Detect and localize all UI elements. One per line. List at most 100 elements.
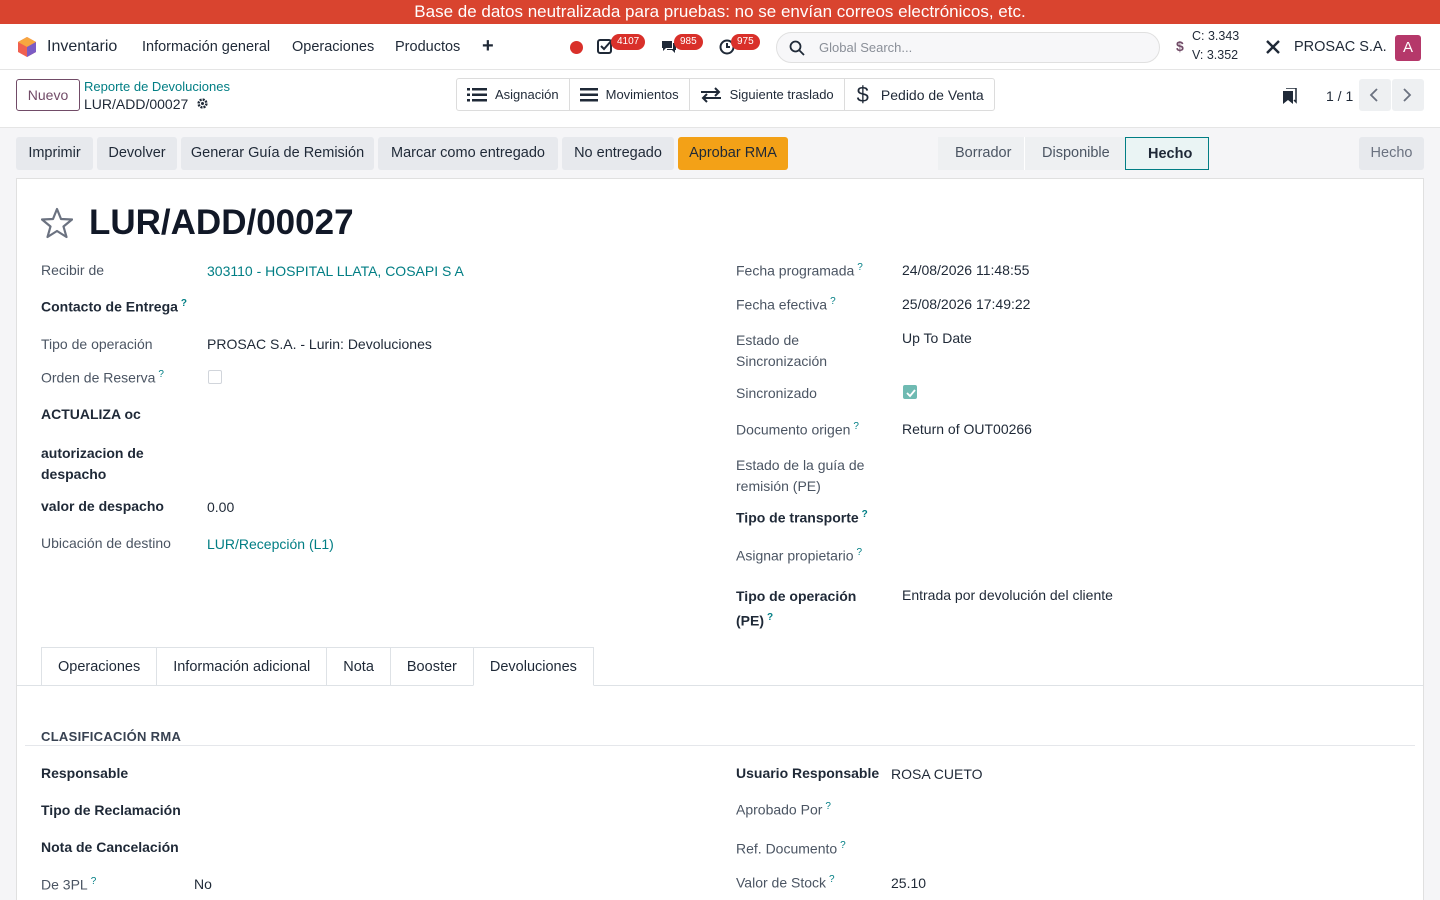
pager-previous-button[interactable] xyxy=(1359,79,1391,111)
field-value-documento-origen[interactable]: Return of OUT00266 xyxy=(902,421,1032,437)
tab-operaciones[interactable]: Operaciones xyxy=(41,647,157,686)
field-value-valor-despacho[interactable]: 0.00 xyxy=(207,499,234,515)
form-sheet: LUR/ADD/00027 Recibir de 303110 - HOSPIT… xyxy=(16,178,1424,900)
smart-button-siguiente-traslado-label: Siguiente traslado xyxy=(729,87,834,102)
breadcrumb-parent-link[interactable]: Reporte de Devoluciones xyxy=(84,79,230,94)
menu-informacion-general[interactable]: Información general xyxy=(142,39,270,55)
rma-label-ref-documento: Ref. Documento? xyxy=(736,840,846,857)
quick-create-plus-icon[interactable]: + xyxy=(482,35,494,58)
field-label-autorizacion-despacho: autorizacion de despacho xyxy=(41,445,144,482)
smart-button-asignacion[interactable]: Asignación xyxy=(457,79,570,110)
rma-label-de-3pl: De 3PL? xyxy=(41,876,97,893)
print-button[interactable]: Imprimir xyxy=(16,137,93,170)
list-icon xyxy=(467,87,487,101)
status-bar: Borrador Disponible Hecho xyxy=(938,137,1209,170)
notebook-tabs: Operaciones Información adicional Nota B… xyxy=(41,647,594,686)
control-panel: Nuevo Reporte de Devoluciones LUR/ADD/00… xyxy=(0,70,1440,128)
menu-productos[interactable]: Productos xyxy=(395,39,460,55)
top-navbar: Inventario Información general Operacion… xyxy=(0,24,1440,70)
field-label-orden-reserva: Orden de Reserva? xyxy=(41,369,164,386)
tab-booster[interactable]: Booster xyxy=(389,647,473,686)
exchange-arrows-icon xyxy=(700,86,721,103)
checkmark-icon xyxy=(906,389,916,398)
approve-rma-button[interactable]: Aprobar RMA xyxy=(678,137,788,170)
field-label-recibir-de: Recibir de xyxy=(41,262,105,278)
smart-button-pedido-venta-label: Pedido de Venta xyxy=(880,86,984,103)
new-record-button[interactable]: Nuevo xyxy=(16,79,80,111)
generate-remision-guide-button[interactable]: Generar Guía de Remisión xyxy=(181,137,374,170)
mark-delivered-button[interactable]: Marcar como entregado xyxy=(378,137,558,170)
currency-dollar-icon: $ xyxy=(1176,38,1184,54)
chevron-right-icon xyxy=(1403,88,1412,102)
tab-nota[interactable]: Nota xyxy=(326,647,390,686)
favorite-star-icon[interactable] xyxy=(41,207,73,239)
rma-value-usuario-responsable[interactable]: ROSA CUETO xyxy=(891,766,983,782)
field-label-tipo-transporte: Tipo de transporte? xyxy=(736,509,868,526)
smart-button-movimientos[interactable]: Movimientos xyxy=(570,79,690,110)
rma-value-de-3pl[interactable]: No xyxy=(194,876,212,892)
pager-value[interactable]: 1 / 1 xyxy=(1326,88,1353,104)
company-switcher[interactable]: PROSAC S.A. xyxy=(1294,39,1387,55)
field-label-ubicacion-destino: Ubicación de destino xyxy=(41,535,171,551)
bookmark-icon[interactable] xyxy=(1283,88,1297,104)
inventory-app-icon[interactable] xyxy=(16,36,38,58)
field-value-fecha-programada[interactable]: 24/08/2026 11:48:55 xyxy=(902,262,1029,278)
field-label-sincronizado: Sincronizado xyxy=(736,385,817,401)
status-disponible[interactable]: Disponible xyxy=(1024,137,1125,170)
bars-icon xyxy=(579,87,598,101)
debug-tools-icon[interactable] xyxy=(1264,38,1282,56)
rma-value-valor-stock[interactable]: 25.10 xyxy=(891,875,926,891)
section-title-clasificacion-rma: CLASIFICACIÓN RMA xyxy=(41,729,182,744)
rma-label-usuario-responsable: Usuario Responsable xyxy=(736,765,880,781)
record-actions-gear-icon[interactable] xyxy=(196,97,209,110)
messages-badge: 985 xyxy=(674,34,703,50)
rma-label-valor-stock: Valor de Stock? xyxy=(736,874,835,891)
status-hecho-active[interactable]: Hecho xyxy=(1125,137,1209,170)
chevron-left-icon xyxy=(1369,88,1378,102)
rma-label-aprobado-por: Aprobado Por? xyxy=(736,801,831,818)
app-name[interactable]: Inventario xyxy=(47,38,117,56)
form-action-bar: Imprimir Devolver Generar Guía de Remisi… xyxy=(0,128,1440,178)
field-label-fecha-efectiva: Fecha efectiva? xyxy=(736,296,836,313)
exchange-rate-compra: C: 3.343 xyxy=(1192,29,1240,43)
tab-informacion-adicional[interactable]: Información adicional xyxy=(156,647,327,686)
field-label-contacto-entrega: Contacto de Entrega? xyxy=(41,298,188,315)
user-avatar[interactable]: A xyxy=(1395,35,1421,61)
menu-operaciones[interactable]: Operaciones xyxy=(292,39,374,55)
field-label-documento-origen: Documento origen? xyxy=(736,421,859,438)
field-value-recibir-de[interactable]: 303110 - HOSPITAL LLATA, COSAPI S A xyxy=(207,263,464,279)
section-divider xyxy=(25,745,1415,746)
smart-button-siguiente-traslado[interactable]: Siguiente traslado xyxy=(690,79,845,110)
orden-reserva-checkbox[interactable] xyxy=(208,370,222,384)
smart-button-asignacion-label: Asignación xyxy=(495,87,559,102)
tab-devoluciones-active[interactable]: Devoluciones xyxy=(472,647,594,686)
not-delivered-button[interactable]: No entregado xyxy=(562,137,674,170)
smart-button-pedido-venta[interactable]: $ Pedido de Venta xyxy=(845,79,994,110)
field-value-tipo-operacion-pe[interactable]: Entrada por devolución del cliente xyxy=(902,587,1113,603)
state-tag: Hecho xyxy=(1359,137,1424,170)
rma-label-responsable: Responsable xyxy=(41,765,129,781)
field-value-ubicacion-destino[interactable]: LUR/Recepción (L1) xyxy=(207,536,334,552)
field-label-valor-despacho: valor de despacho xyxy=(41,498,164,514)
dollar-icon: $ xyxy=(856,81,869,107)
pager-next-button[interactable] xyxy=(1392,79,1424,111)
rma-label-nota-cancelacion: Nota de Cancelación xyxy=(41,839,179,855)
record-title: LUR/ADD/00027 xyxy=(89,203,354,242)
rma-label-tipo-reclamacion: Tipo de Reclamación xyxy=(41,802,181,818)
breadcrumb-current: LUR/ADD/00027 xyxy=(84,96,189,112)
field-value-fecha-efectiva[interactable]: 25/08/2026 17:49:22 xyxy=(902,296,1030,312)
field-label-estado-sincronizacion: Estado de Sincronización xyxy=(736,332,828,369)
global-search-input[interactable]: Global Search... xyxy=(776,32,1160,63)
field-label-tipo-operacion: Tipo de operación xyxy=(41,336,153,352)
recording-dot-icon[interactable] xyxy=(570,41,583,54)
return-button[interactable]: Devolver xyxy=(97,137,177,170)
status-borrador[interactable]: Borrador xyxy=(938,137,1024,170)
field-value-estado-sincronizacion: Up To Date xyxy=(902,330,972,346)
field-label-asignar-propietario: Asignar propietario? xyxy=(736,547,863,564)
activities-badge: 4107 xyxy=(611,34,646,50)
field-value-tipo-operacion: PROSAC S.A. - Lurin: Devoluciones xyxy=(207,336,432,352)
exchange-rate-venta: V: 3.352 xyxy=(1192,48,1239,62)
search-placeholder: Global Search... xyxy=(819,40,913,55)
field-label-estado-guia-remision: Estado de la guía de remisión (PE) xyxy=(736,457,865,494)
sincronizado-checkbox[interactable] xyxy=(903,385,917,399)
